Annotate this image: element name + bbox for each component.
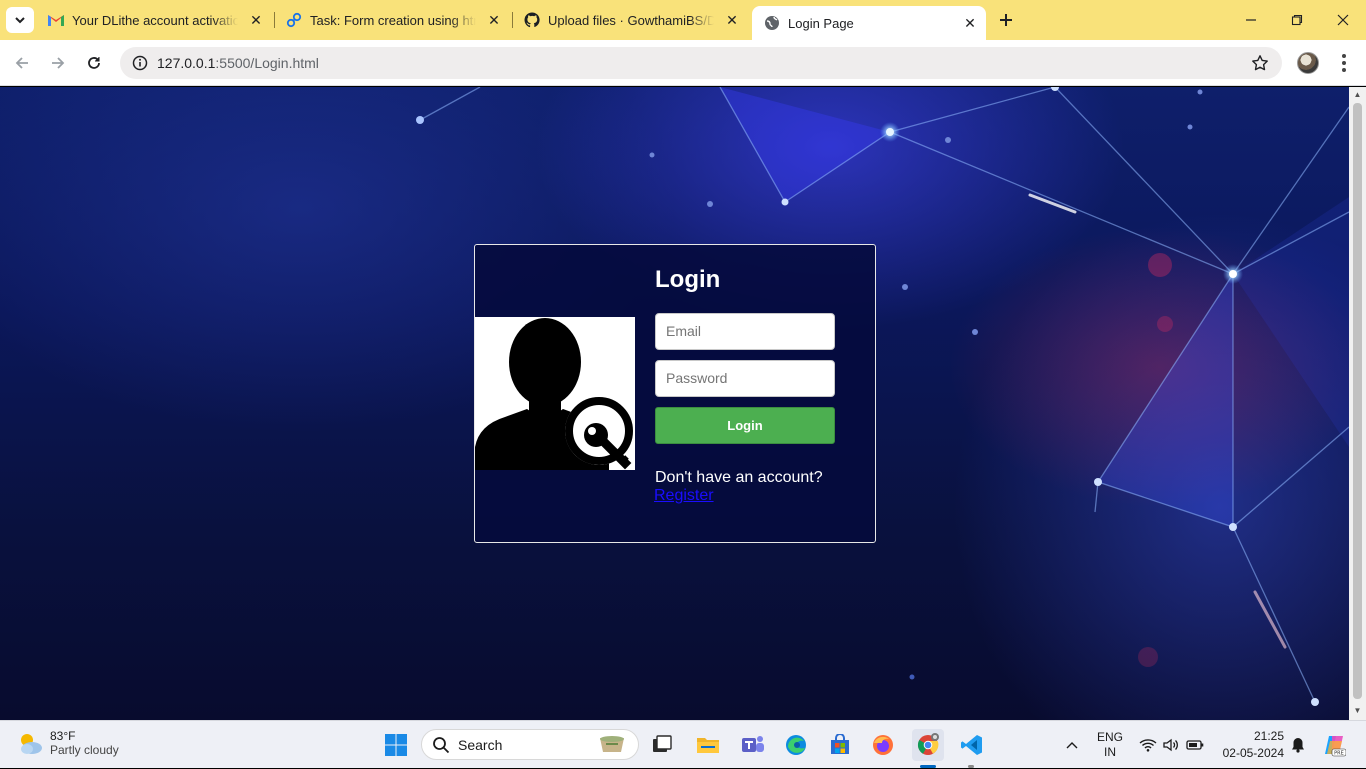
start-button[interactable]: [380, 729, 412, 761]
browser-tab-bar: Your DLithe account activation ✕ Task: F…: [0, 0, 1366, 40]
reload-button[interactable]: [82, 51, 106, 75]
tab-title: Your DLithe account activation: [72, 12, 238, 28]
tab-task-form[interactable]: Task: Form creation using html ✕: [274, 6, 510, 34]
user-key-image: [475, 317, 635, 470]
task-view-icon[interactable]: [646, 729, 678, 761]
profile-avatar[interactable]: [1297, 52, 1319, 74]
minimize-icon: [1246, 19, 1256, 21]
link-icon: [286, 12, 302, 28]
wifi-icon[interactable]: [1138, 721, 1158, 769]
language-code: ENG: [1096, 730, 1123, 744]
page-background: Login Email Password Login Don't have an…: [0, 87, 1349, 720]
tab-title: Upload files · GowthamiBS/Dlith: [548, 12, 714, 28]
register-link[interactable]: Register: [654, 487, 714, 505]
chevron-down-icon: [15, 17, 25, 24]
forward-button[interactable]: [46, 51, 70, 75]
chrome-icon[interactable]: [912, 729, 944, 761]
restore-button[interactable]: [1274, 0, 1320, 40]
close-tab-icon[interactable]: ✕: [962, 15, 978, 31]
globe-icon: [764, 15, 780, 31]
page-scrollbar[interactable]: ▲ ▼: [1349, 87, 1366, 720]
microsoft-store-icon[interactable]: [824, 729, 856, 761]
user-key-icon: [475, 318, 633, 470]
back-button[interactable]: [10, 51, 34, 75]
minimize-button[interactable]: [1228, 0, 1274, 40]
close-window-button[interactable]: [1320, 0, 1366, 40]
url-path: :5500/Login.html: [215, 55, 319, 71]
close-tab-icon[interactable]: ✕: [248, 12, 264, 28]
scroll-down-icon[interactable]: ▼: [1353, 706, 1362, 716]
arrow-left-icon: [15, 57, 28, 69]
firefox-icon[interactable]: [867, 729, 899, 761]
login-card: Login Email Password Login Don't have an…: [474, 244, 876, 543]
email-field[interactable]: Email: [655, 313, 835, 350]
tab-gmail[interactable]: Your DLithe account activation ✕: [36, 6, 272, 34]
arrow-right-icon: [52, 57, 65, 69]
browser-toolbar: 127.0.0.1:5500/Login.html: [0, 40, 1366, 86]
teams-icon[interactable]: [737, 729, 769, 761]
vscode-icon[interactable]: [956, 729, 988, 761]
github-icon: [524, 12, 540, 28]
no-account-text: Don't have an account?: [655, 469, 823, 486]
volume-icon[interactable]: [1160, 721, 1182, 769]
search-label: Search: [458, 736, 503, 753]
login-title: Login: [655, 266, 721, 293]
password-field[interactable]: Password: [655, 360, 835, 397]
tab-search-dropdown[interactable]: [6, 7, 34, 33]
weather-description: Partly cloudy: [50, 743, 119, 757]
file-explorer-icon[interactable]: [692, 729, 724, 761]
windows-taskbar: 83°F Partly cloudy Search ENG IN 21:25 0…: [0, 720, 1366, 768]
site-info-icon[interactable]: [123, 55, 157, 71]
clock-time: 21:25: [1253, 729, 1284, 743]
close-tab-icon[interactable]: ✕: [486, 12, 502, 28]
bookmark-star-icon[interactable]: [1250, 53, 1270, 73]
close-icon: [1337, 14, 1349, 26]
scroll-up-icon[interactable]: ▲: [1353, 90, 1362, 100]
windows-logo-icon: [385, 734, 407, 756]
show-hidden-icons-chevron-up-icon[interactable]: [1060, 721, 1084, 769]
plus-icon: [1000, 14, 1012, 26]
tab-title: Login Page: [788, 15, 854, 31]
taskbar-search[interactable]: Search: [421, 729, 639, 760]
search-highlight-icon: [600, 736, 624, 752]
weather-widget[interactable]: 83°F Partly cloudy: [16, 729, 119, 757]
url-host: 127.0.0.1: [157, 55, 216, 71]
browser-menu-icon[interactable]: [1334, 52, 1354, 74]
system-clock[interactable]: 21:25 02-05-2024: [1218, 728, 1284, 762]
address-bar[interactable]: 127.0.0.1:5500/Login.html: [120, 47, 1282, 79]
clock-date: 02-05-2024: [1222, 746, 1284, 760]
edge-icon[interactable]: [780, 729, 812, 761]
login-button[interactable]: Login: [655, 407, 835, 444]
battery-icon[interactable]: [1184, 721, 1206, 769]
tab-github-upload[interactable]: Upload files · GowthamiBS/Dlith ✕: [512, 6, 748, 34]
language-indicator[interactable]: ENG IN: [1094, 721, 1126, 769]
weather-temperature: 83°F: [50, 729, 76, 743]
search-icon: [433, 736, 450, 753]
svg-text:PRE: PRE: [1334, 751, 1344, 757]
reload-icon: [88, 57, 100, 69]
close-tab-icon[interactable]: ✕: [724, 12, 740, 28]
scrollbar-thumb[interactable]: [1353, 103, 1362, 699]
partly-cloudy-icon: [21, 734, 42, 754]
language-region: IN: [1104, 745, 1116, 759]
gmail-icon: [48, 12, 64, 28]
new-tab-button[interactable]: [994, 8, 1018, 32]
copilot-icon[interactable]: PRE: [1320, 721, 1348, 769]
notification-bell-icon[interactable]: [1288, 721, 1308, 769]
restore-icon: [1291, 14, 1303, 26]
tab-title: Task: Form creation using html: [310, 12, 476, 28]
tab-login-page[interactable]: Login Page ✕: [752, 6, 986, 40]
